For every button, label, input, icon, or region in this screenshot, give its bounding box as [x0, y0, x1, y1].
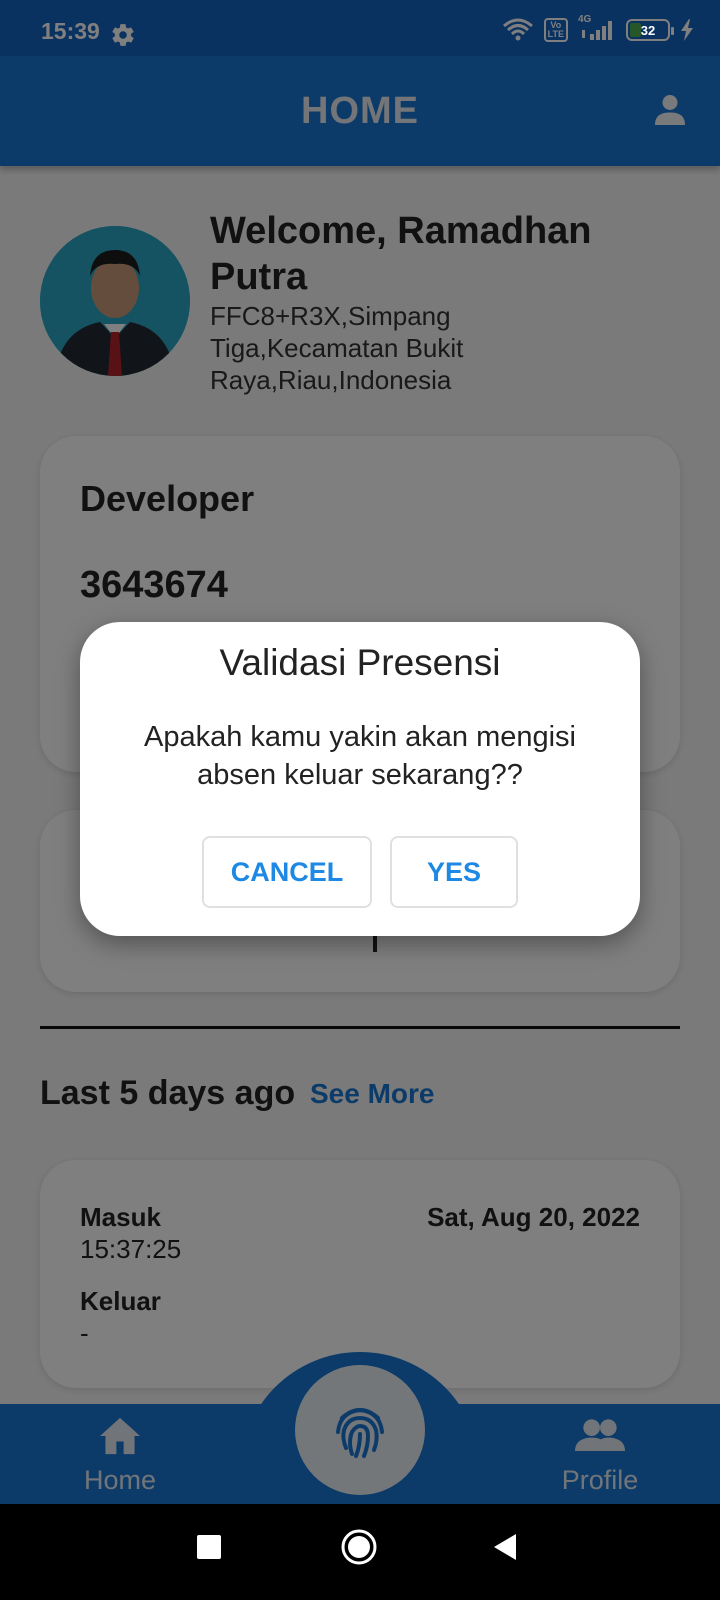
battery-level: 32: [640, 22, 656, 38]
yes-button[interactable]: YES: [390, 836, 518, 908]
home-circle-icon[interactable]: [340, 1528, 378, 1566]
dialog-title: Validasi Presensi: [219, 642, 501, 683]
confirm-dialog: Validasi Presensi Apakah kamu yakin akan…: [80, 622, 640, 936]
recents-icon[interactable]: [196, 1534, 222, 1560]
cancel-button[interactable]: CANCEL: [202, 836, 372, 908]
dialog-message: Apakah kamu yakin akan mengisi absen kel…: [143, 721, 576, 791]
back-icon[interactable]: [492, 1532, 518, 1562]
system-nav-bar: [0, 1504, 720, 1600]
